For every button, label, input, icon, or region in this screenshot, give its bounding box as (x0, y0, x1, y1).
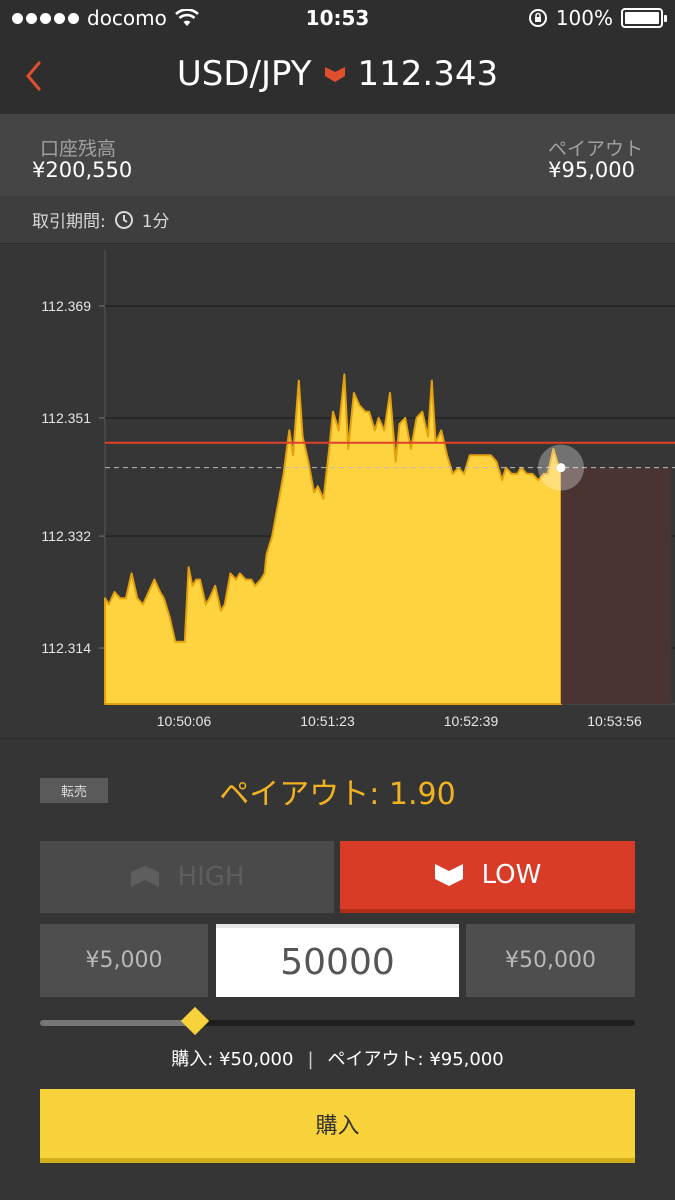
buy-button[interactable]: 購入 (40, 1089, 635, 1163)
y-tick-label: 112.314 (41, 640, 91, 656)
expiry-band (561, 467, 671, 704)
trade-panel: 転売 ペイアウト: 1.90 HIGH LOW ¥5,000 50000 ¥50… (0, 738, 675, 1200)
y-tick-label: 112.332 (41, 528, 91, 544)
amount-slider[interactable] (40, 1006, 635, 1036)
rotation-lock-icon (528, 9, 547, 27)
payout-rate: ペイアウト: 1.90 (219, 777, 456, 812)
x-tick-label: 10:51:23 (300, 713, 355, 729)
trade-period-bar: 取引期間: 1分 (0, 196, 675, 244)
purchase-summary: 購入: ¥50,000 | ペイアウト: ¥95,000 (0, 1045, 675, 1071)
high-arrow-icon (130, 866, 159, 887)
price-chart-svg: 112.369 112.351 112.332 112.314 10:50:06 10:5… (41, 250, 675, 729)
payout-label: ペイアウト (547, 138, 643, 160)
summary-payout: ペイアウト: ¥95,000 (327, 1049, 504, 1070)
price-chart[interactable]: 112.369 112.351 112.332 112.314 10:50:06 10:5… (0, 245, 675, 738)
battery-percent: 100% (555, 6, 613, 30)
low-label: LOW (481, 860, 542, 890)
x-tick-label: 10:50:06 (157, 713, 212, 729)
status-bar: docomo 10:53 100% (0, 0, 675, 38)
balance-value: ¥200,550 (32, 158, 133, 182)
page-title: USD/JPY 112.343 (0, 54, 675, 94)
price-area (104, 373, 562, 705)
trade-period-label: 取引期間: (32, 212, 106, 232)
x-tick-label: 10:53:56 (587, 713, 642, 729)
balance-label: 口座残高 (40, 138, 117, 160)
high-button[interactable]: HIGH (40, 841, 334, 913)
currency-pair: USD/JPY (176, 54, 312, 94)
current-point (556, 463, 566, 473)
nav-header: USD/JPY 112.343 (0, 38, 675, 114)
amount-max-button[interactable]: ¥50,000 (466, 924, 635, 997)
slider-fill (40, 1020, 195, 1026)
low-button[interactable]: LOW (340, 841, 635, 913)
trade-period-value: 1分 (141, 212, 170, 232)
high-label: HIGH (177, 862, 245, 892)
price-down-icon (324, 67, 345, 82)
amount-min-button[interactable]: ¥5,000 (40, 924, 208, 997)
current-price: 112.343 (357, 54, 499, 94)
y-tick-label: 112.369 (41, 298, 91, 314)
low-arrow-icon (434, 864, 463, 886)
y-tick-label: 112.351 (41, 410, 91, 426)
slider-thumb[interactable] (180, 1006, 209, 1036)
amount-input[interactable]: 50000 (216, 924, 459, 997)
battery-icon (621, 8, 667, 28)
account-summary: 口座残高 ¥200,550 ペイアウト ¥95,000 (0, 114, 675, 196)
summary-separator: | (307, 1049, 314, 1070)
x-tick-label: 10:52:39 (444, 713, 499, 729)
payout-value: ¥95,000 (548, 158, 635, 182)
clock-icon (114, 210, 133, 229)
purchase-amount: 購入: ¥50,000 (171, 1049, 294, 1070)
